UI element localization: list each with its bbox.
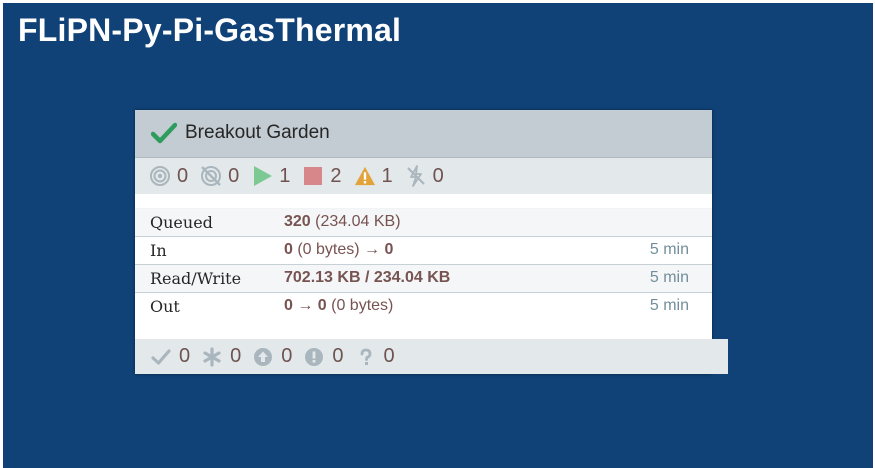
question-icon xyxy=(360,348,371,365)
in-label: In xyxy=(150,241,167,260)
in-count: 0 xyxy=(284,241,293,258)
out-size: (0 bytes) xyxy=(326,297,394,314)
stopped-stat: 2 xyxy=(302,164,342,188)
invalid-count: 1 xyxy=(381,164,393,187)
check-icon xyxy=(151,348,171,365)
not-transmitting-icon xyxy=(201,166,222,186)
read-write-value: 702.13 KB / 234.04 KB xyxy=(284,269,450,287)
read-write-time: 5 min xyxy=(649,269,689,286)
out-label: Out xyxy=(150,297,180,316)
queued-size: (234.04 KB) xyxy=(310,213,401,230)
transmitting-icon xyxy=(150,166,170,186)
play-icon xyxy=(254,166,273,186)
up-to-date-count: 0 xyxy=(179,345,191,367)
queued-value: 320 (234.04 KB) xyxy=(284,213,401,231)
not-transmitting-count: 0 xyxy=(228,164,240,187)
out-time: 5 min xyxy=(649,297,689,314)
queued-count: 320 xyxy=(284,213,311,230)
table-row-out: Out 0 → 0 (0 bytes) 5 min xyxy=(135,293,712,320)
versioning-status-bar: 0 0 0 0 0 xyxy=(135,339,728,374)
out-count: 0 → 0 xyxy=(284,297,327,314)
stale-count: 0 xyxy=(281,345,293,367)
process-group-card[interactable]: Breakout Garden 0 0 1 2 1 0 Queued 320 (… xyxy=(135,110,728,374)
in-time: 5 min xyxy=(649,241,689,258)
up-to-date-stat: 0 xyxy=(151,345,190,368)
in-output-count: 0 xyxy=(384,241,394,258)
in-value: 0 (0 bytes) → 0 xyxy=(284,241,393,259)
table-row-in: In 0 (0 bytes) → 0 5 min xyxy=(135,237,712,265)
locally-modified-count: 0 xyxy=(230,345,242,367)
stale-stat: 0 xyxy=(253,345,292,368)
warning-icon xyxy=(354,166,375,186)
stopped-count: 2 xyxy=(330,164,342,187)
table-row-read-write: Read/Write 702.13 KB / 234.04 KB 5 min xyxy=(135,265,712,293)
disabled-icon xyxy=(406,165,425,187)
transmitting-count: 0 xyxy=(177,164,189,187)
arrow-circle-up-icon xyxy=(254,347,273,366)
component-status-bar: 0 0 1 2 1 0 xyxy=(135,158,712,194)
canvas[interactable]: FLiPN-Py-Pi-GasThermal Breakout Garden 0 xyxy=(3,3,873,468)
running-count: 1 xyxy=(279,164,291,187)
queued-label: Queued xyxy=(150,213,213,232)
disabled-stat: 0 xyxy=(405,165,444,188)
read-write-label: Read/Write xyxy=(150,269,242,288)
modified-and-stale-stat: 0 xyxy=(304,345,344,368)
card-header[interactable]: Breakout Garden xyxy=(135,110,712,158)
locally-modified-stat: 0 xyxy=(202,345,241,368)
sync-failure-count: 0 xyxy=(383,345,395,367)
not-transmitting-stat: 0 xyxy=(200,165,239,188)
stats-table: Queued 320 (234.04 KB) In 0 (0 bytes) → … xyxy=(135,208,712,320)
table-row-queued: Queued 320 (234.04 KB) xyxy=(135,208,712,237)
sync-failure-stat: 0 xyxy=(356,345,395,368)
running-stat: 1 xyxy=(251,165,290,188)
read-write-bytes: 702.13 KB / 234.04 KB xyxy=(284,269,451,286)
modified-and-stale-count: 0 xyxy=(332,345,344,367)
stop-icon xyxy=(304,167,323,185)
page-title: FLiPN-Py-Pi-GasThermal xyxy=(18,12,402,48)
out-value: 0 → 0 (0 bytes) xyxy=(284,297,393,315)
transmitting-stat: 0 xyxy=(149,165,188,188)
exclamation-circle-icon xyxy=(305,347,324,366)
asterisk-icon xyxy=(203,346,221,367)
disabled-count: 0 xyxy=(432,164,444,187)
invalid-stat: 1 xyxy=(354,165,393,188)
card-name: Breakout Garden xyxy=(185,122,330,143)
checkmark-icon xyxy=(151,122,177,144)
in-size: (0 bytes) → xyxy=(292,241,385,258)
